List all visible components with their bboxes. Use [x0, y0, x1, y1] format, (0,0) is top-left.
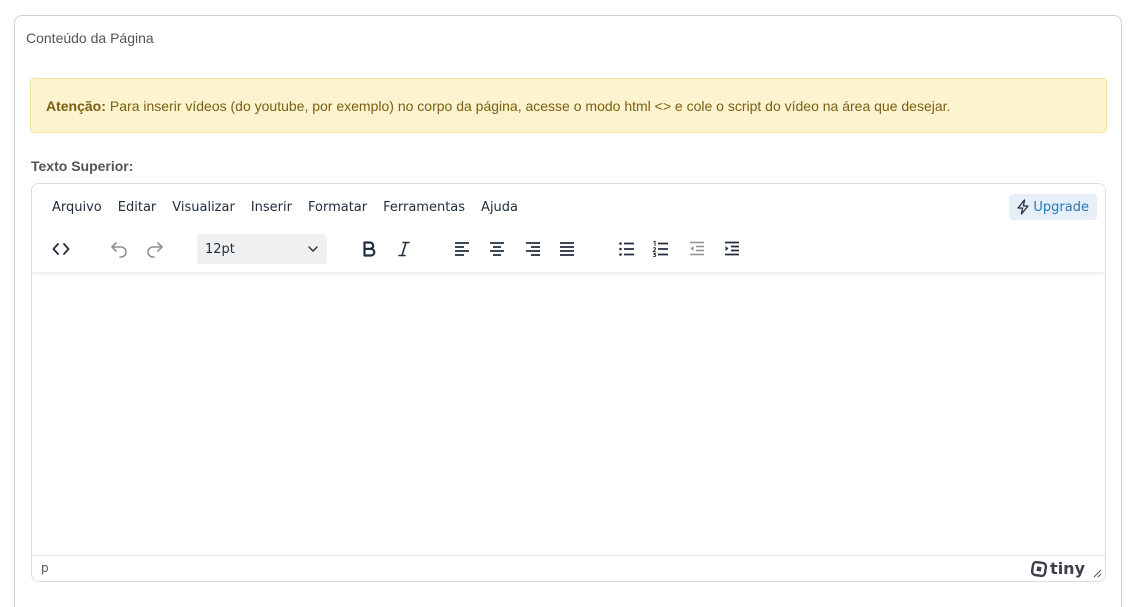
undo-icon: [111, 242, 127, 258]
editor-header: Arquivo Editar Visualizar Inserir Format…: [32, 184, 1105, 272]
rich-text-editor: Arquivo Editar Visualizar Inserir Format…: [31, 183, 1106, 582]
bold-icon: [363, 241, 376, 257]
attention-alert: Atenção: Para inserir vídeos (do youtube…: [30, 78, 1107, 133]
align-center-button[interactable]: [482, 234, 512, 264]
menu-inserir[interactable]: Inserir: [243, 194, 300, 221]
numbered-list-button[interactable]: [646, 234, 676, 264]
alert-text: Para inserir vídeos (do youtube, por exe…: [109, 97, 951, 114]
align-justify-button[interactable]: [552, 234, 582, 264]
align-justify-icon: [560, 242, 574, 256]
source-code-icon: [52, 243, 70, 255]
editor-toolbar: 12pt: [32, 232, 1105, 266]
page-content-card: Conteúdo da Página Atenção: Para inserir…: [14, 15, 1122, 607]
font-size-select[interactable]: 12pt: [197, 234, 327, 264]
indent-button[interactable]: [717, 234, 747, 264]
tiny-brand-link[interactable]: tiny: [1031, 559, 1085, 578]
editor-content-area[interactable]: [32, 272, 1105, 555]
upgrade-button[interactable]: Upgrade: [1009, 194, 1097, 220]
redo-icon: [147, 242, 163, 258]
align-right-button[interactable]: [518, 234, 548, 264]
indent-icon: [725, 241, 739, 256]
align-left-button[interactable]: [447, 234, 477, 264]
resize-handle-icon[interactable]: [1092, 568, 1102, 578]
outdent-icon: [690, 241, 704, 256]
menu-visualizar[interactable]: Visualizar: [164, 194, 243, 221]
font-size-value: 12pt: [205, 241, 235, 257]
menu-ajuda[interactable]: Ajuda: [473, 194, 526, 221]
tiny-logo-icon: [1031, 560, 1048, 577]
editor-menubar: Arquivo Editar Visualizar Inserir Format…: [44, 194, 526, 221]
upgrade-label: Upgrade: [1033, 199, 1089, 215]
field-label-texto-superior: Texto Superior:: [31, 158, 134, 174]
align-left-icon: [455, 242, 469, 256]
menu-arquivo[interactable]: Arquivo: [44, 194, 110, 221]
align-right-icon: [526, 242, 540, 256]
bold-button[interactable]: [354, 234, 384, 264]
lightning-icon: [1017, 199, 1030, 215]
outdent-button[interactable]: [682, 234, 712, 264]
card-title: Conteúdo da Página: [26, 30, 154, 46]
alert-strong: Atenção:: [46, 97, 106, 114]
source-code-button[interactable]: [46, 234, 76, 264]
bullet-list-icon: [619, 242, 634, 256]
italic-icon: [398, 241, 410, 257]
editor-statusbar: p tiny: [32, 555, 1105, 581]
bullet-list-button[interactable]: [612, 234, 642, 264]
menu-formatar[interactable]: Formatar: [300, 194, 375, 221]
chevron-down-icon: [308, 246, 318, 252]
tiny-brand-label: tiny: [1050, 559, 1085, 578]
menu-ferramentas[interactable]: Ferramentas: [375, 194, 473, 221]
numbered-list-icon: [651, 240, 668, 258]
italic-button[interactable]: [389, 234, 419, 264]
undo-button[interactable]: [104, 234, 134, 264]
menu-editar[interactable]: Editar: [110, 194, 165, 221]
element-path[interactable]: p: [41, 561, 49, 575]
align-center-icon: [490, 242, 504, 256]
redo-button[interactable]: [140, 234, 170, 264]
